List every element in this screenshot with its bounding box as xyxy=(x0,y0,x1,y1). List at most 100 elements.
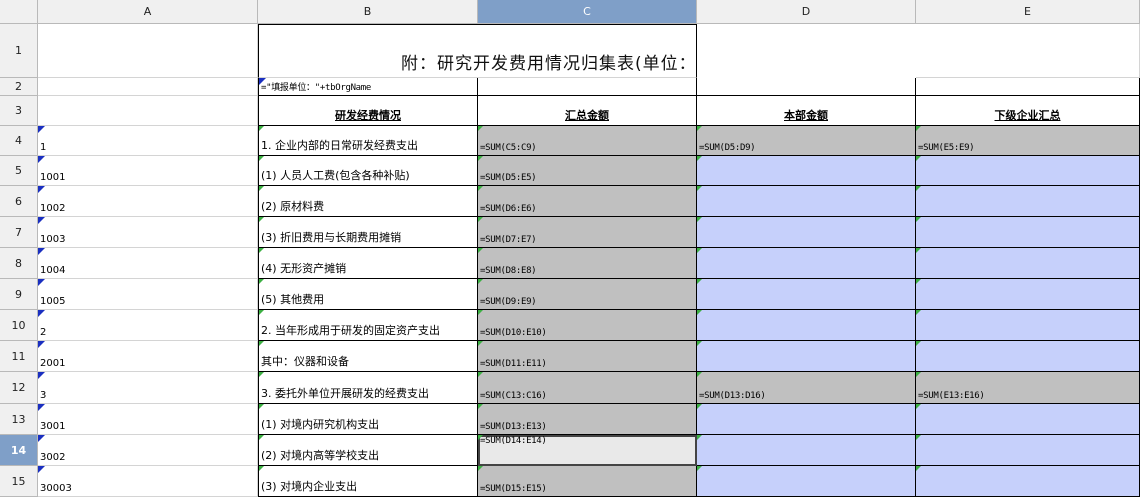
total-cell-13[interactable]: =SUM(D13:E13) xyxy=(478,404,697,435)
sub-cell-12[interactable]: =SUM(E13:E16) xyxy=(916,372,1140,404)
local-cell-10[interactable] xyxy=(697,310,916,341)
sub-cell-15[interactable] xyxy=(916,466,1140,497)
local-cell-5[interactable] xyxy=(697,156,916,186)
header-cell-c[interactable]: 汇总金额 xyxy=(478,96,697,126)
local-cell-9[interactable] xyxy=(697,279,916,310)
total-formula: =SUM(D6:E6) xyxy=(480,204,537,214)
item-cell-12[interactable]: 3. 委托外单位开展研发的经费支出 xyxy=(258,372,478,404)
row-header-4[interactable]: 4 xyxy=(0,126,38,156)
item-cell-8[interactable]: (4) 无形资产摊销 xyxy=(258,248,478,279)
column-header-d[interactable]: D xyxy=(697,0,916,24)
sub-cell-14[interactable] xyxy=(916,435,1140,466)
sub-cell-5[interactable] xyxy=(916,156,1140,186)
item-cell-14[interactable]: (2) 对境内高等学校支出 xyxy=(258,435,478,466)
total-cell-6[interactable]: =SUM(D6:E6) xyxy=(478,186,697,217)
code-cell-15[interactable]: 30003 xyxy=(38,466,258,497)
row-header-6[interactable]: 6 xyxy=(0,186,38,217)
cell-e2[interactable] xyxy=(916,78,1140,96)
local-cell-4[interactable]: =SUM(D5:D9) xyxy=(697,126,916,156)
sub-cell-11[interactable] xyxy=(916,341,1140,372)
local-cell-15[interactable] xyxy=(697,466,916,497)
title-cell[interactable]: 附：研究开发费用情况归集表(单位：千元) xyxy=(258,24,697,78)
row-header-8[interactable]: 8 xyxy=(0,248,38,279)
local-cell-12[interactable]: =SUM(D13:D16) xyxy=(697,372,916,404)
item-cell-11[interactable]: 其中：仪器和设备 xyxy=(258,341,478,372)
sub-cell-8[interactable] xyxy=(916,248,1140,279)
item-cell-10[interactable]: 2. 当年形成用于研发的固定资产支出 xyxy=(258,310,478,341)
cell-marker-icon xyxy=(916,310,921,315)
item-cell-9[interactable]: (5) 其他费用 xyxy=(258,279,478,310)
total-cell-5[interactable]: =SUM(D5:E5) xyxy=(478,156,697,186)
item-code: 1004 xyxy=(40,265,66,276)
local-cell-14[interactable] xyxy=(697,435,916,466)
sub-cell-10[interactable] xyxy=(916,310,1140,341)
code-cell-8[interactable]: 1004 xyxy=(38,248,258,279)
row-header-9[interactable]: 9 xyxy=(0,279,38,310)
item-cell-4[interactable]: 1. 企业内部的日常研发经费支出 xyxy=(258,126,478,156)
header-cell-d[interactable]: 本部金额 xyxy=(697,96,916,126)
row-header-5[interactable]: 5 xyxy=(0,156,38,186)
row-header-1[interactable]: 1 xyxy=(0,24,38,78)
column-header-e[interactable]: E xyxy=(916,0,1140,24)
row-header-14[interactable]: 14 xyxy=(0,435,38,466)
code-cell-12[interactable]: 3 xyxy=(38,372,258,404)
code-cell-4[interactable]: 1 xyxy=(38,126,258,156)
row-header-13[interactable]: 13 xyxy=(0,404,38,435)
row-header-10[interactable]: 10 xyxy=(0,310,38,341)
code-cell-13[interactable]: 3001 xyxy=(38,404,258,435)
sub-cell-7[interactable] xyxy=(916,217,1140,248)
cell-a2[interactable] xyxy=(38,78,258,96)
code-cell-6[interactable]: 1002 xyxy=(38,186,258,217)
column-header-a[interactable]: A xyxy=(38,0,258,24)
total-cell-8[interactable]: =SUM(D8:E8) xyxy=(478,248,697,279)
select-all-corner[interactable] xyxy=(0,0,38,24)
column-header-c[interactable]: C xyxy=(478,0,697,24)
row-header-2[interactable]: 2 xyxy=(0,78,38,96)
sub-formula: =SUM(E13:E16) xyxy=(918,391,985,401)
cell-marker-icon xyxy=(916,156,921,161)
row-header-15[interactable]: 15 xyxy=(0,466,38,497)
code-cell-14[interactable]: 3002 xyxy=(38,435,258,466)
item-cell-15[interactable]: (3) 对境内企业支出 xyxy=(258,466,478,497)
sub-cell-9[interactable] xyxy=(916,279,1140,310)
code-cell-10[interactable]: 2 xyxy=(38,310,258,341)
row-header-3[interactable]: 3 xyxy=(0,96,38,126)
cell-a3[interactable] xyxy=(38,96,258,126)
total-cell-12[interactable]: =SUM(C13:C16) xyxy=(478,372,697,404)
code-cell-11[interactable]: 2001 xyxy=(38,341,258,372)
local-cell-13[interactable] xyxy=(697,404,916,435)
header-cell-e[interactable]: 下级企业汇总 xyxy=(916,96,1140,126)
code-cell-7[interactable]: 1003 xyxy=(38,217,258,248)
header-cell-b[interactable]: 研发经费情况 xyxy=(258,96,478,126)
local-cell-7[interactable] xyxy=(697,217,916,248)
local-cell-8[interactable] xyxy=(697,248,916,279)
item-cell-7[interactable]: (3) 折旧费用与长期费用摊销 xyxy=(258,217,478,248)
total-cell-7[interactable]: =SUM(D7:E7) xyxy=(478,217,697,248)
sub-cell-13[interactable] xyxy=(916,404,1140,435)
code-cell-9[interactable]: 1005 xyxy=(38,279,258,310)
code-cell-5[interactable]: 1001 xyxy=(38,156,258,186)
total-cell-11[interactable]: =SUM(D11:E11) xyxy=(478,341,697,372)
sub-cell-6[interactable] xyxy=(916,186,1140,217)
local-cell-6[interactable] xyxy=(697,186,916,217)
cell-a1[interactable] xyxy=(38,24,258,78)
cell-d2[interactable] xyxy=(697,78,916,96)
total-cell-14[interactable]: =SUM(D14:E14) xyxy=(478,435,697,466)
row-header-12[interactable]: 12 xyxy=(0,372,38,404)
local-cell-11[interactable] xyxy=(697,341,916,372)
column-header-b[interactable]: B xyxy=(258,0,478,24)
total-cell-4[interactable]: =SUM(C5:C9) xyxy=(478,126,697,156)
cell-c2[interactable] xyxy=(478,78,697,96)
sub-cell-4[interactable]: =SUM(E5:E9) xyxy=(916,126,1140,156)
total-cell-15[interactable]: =SUM(D15:E15) xyxy=(478,466,697,497)
row-header-11[interactable]: 11 xyxy=(0,341,38,372)
cell-marker-icon xyxy=(478,156,483,161)
cell-e1[interactable] xyxy=(916,24,1140,78)
item-cell-6[interactable]: (2) 原材料费 xyxy=(258,186,478,217)
item-cell-13[interactable]: (1) 对境内研究机构支出 xyxy=(258,404,478,435)
item-cell-5[interactable]: (1) 人员人工费(包含各种补贴) xyxy=(258,156,478,186)
total-cell-10[interactable]: =SUM(D10:E10) xyxy=(478,310,697,341)
total-cell-9[interactable]: =SUM(D9:E9) xyxy=(478,279,697,310)
cell-b2-org-formula[interactable]: ="填报单位："+tbOrgName xyxy=(258,78,478,96)
row-header-7[interactable]: 7 xyxy=(0,217,38,248)
